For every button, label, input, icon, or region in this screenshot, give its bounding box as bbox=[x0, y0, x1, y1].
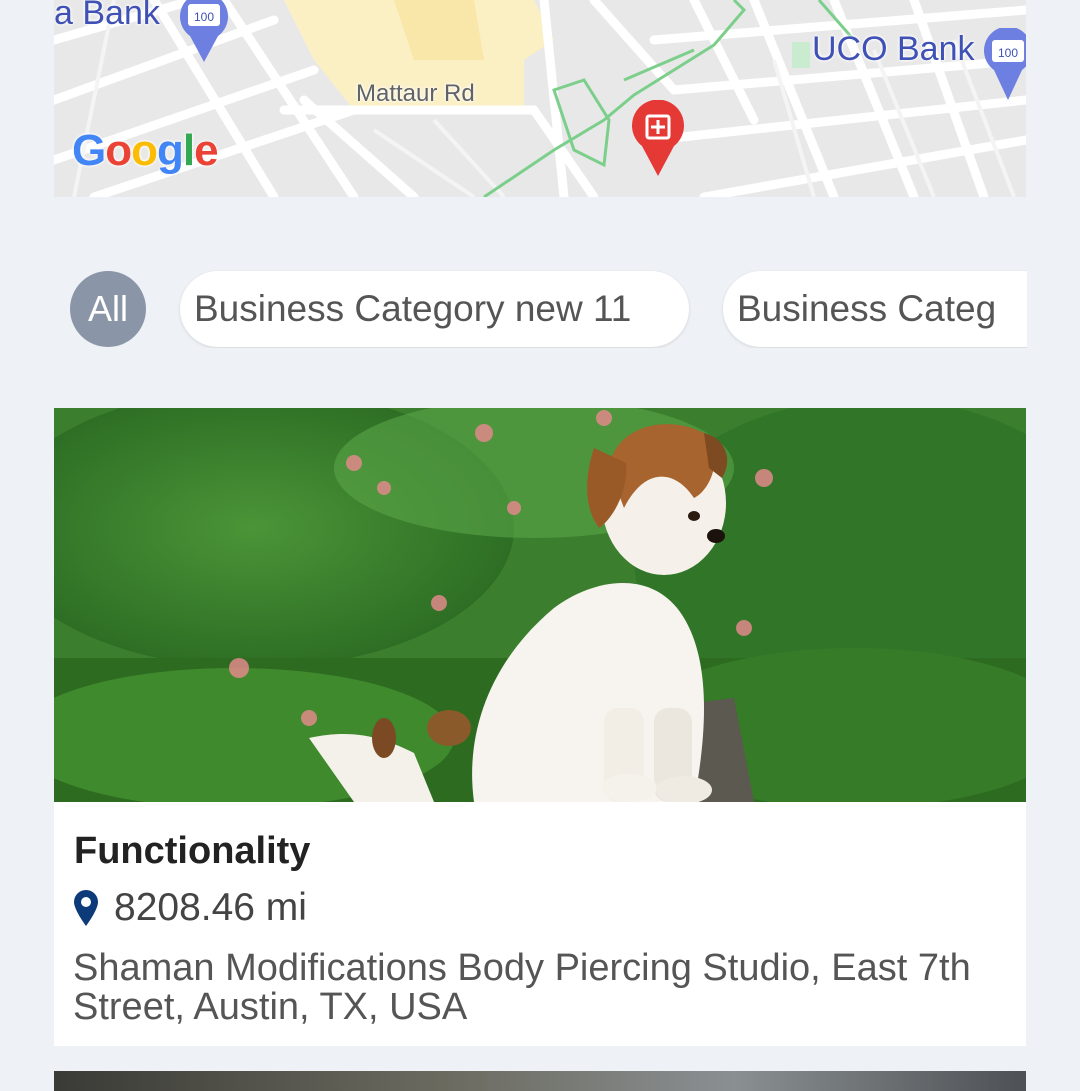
google-letter: e bbox=[194, 126, 219, 175]
google-letter: o bbox=[131, 126, 158, 175]
category-filter-bar[interactable]: All Business Category new 11 Business Ca… bbox=[54, 270, 1027, 348]
filter-chip-category[interactable]: Business Categ bbox=[723, 271, 1027, 347]
filter-chip-all[interactable]: All bbox=[70, 271, 146, 347]
atm-pin-icon-right[interactable]: 100 bbox=[982, 28, 1026, 102]
listing-title: Functionality bbox=[74, 830, 311, 872]
next-listing-card[interactable] bbox=[54, 1071, 1026, 1091]
filter-chip-category[interactable]: Business Category new 11 bbox=[180, 271, 689, 347]
bank-label-right: UCO Bank bbox=[812, 30, 975, 68]
svg-text:100: 100 bbox=[998, 46, 1018, 60]
svg-text:100: 100 bbox=[194, 10, 214, 24]
listing-distance: 8208.46 mi bbox=[114, 886, 307, 929]
google-letter: G bbox=[72, 126, 106, 175]
road-label: Mattaur Rd bbox=[356, 80, 475, 107]
bank-label-left: a Bank bbox=[54, 0, 160, 32]
hospital-pin-icon[interactable] bbox=[630, 100, 686, 178]
map-view[interactable]: Mattaur Rd a Bank 100 UCO Bank 100 Googl… bbox=[54, 0, 1026, 197]
listing-photo bbox=[54, 408, 1026, 802]
listing-distance-row: 8208.46 mi bbox=[72, 886, 307, 930]
listing-address: Shaman Modifications Body Piercing Studi… bbox=[73, 947, 971, 1028]
google-letter: l bbox=[182, 126, 195, 175]
google-letter: o bbox=[105, 126, 132, 175]
google-letter: g bbox=[157, 126, 184, 175]
location-pin-icon bbox=[74, 890, 98, 926]
google-logo: Google bbox=[72, 126, 219, 176]
business-listing-card[interactable]: Functionality 8208.46 mi Shaman Modifica… bbox=[54, 408, 1026, 1046]
atm-pin-icon[interactable]: 100 bbox=[178, 0, 230, 64]
